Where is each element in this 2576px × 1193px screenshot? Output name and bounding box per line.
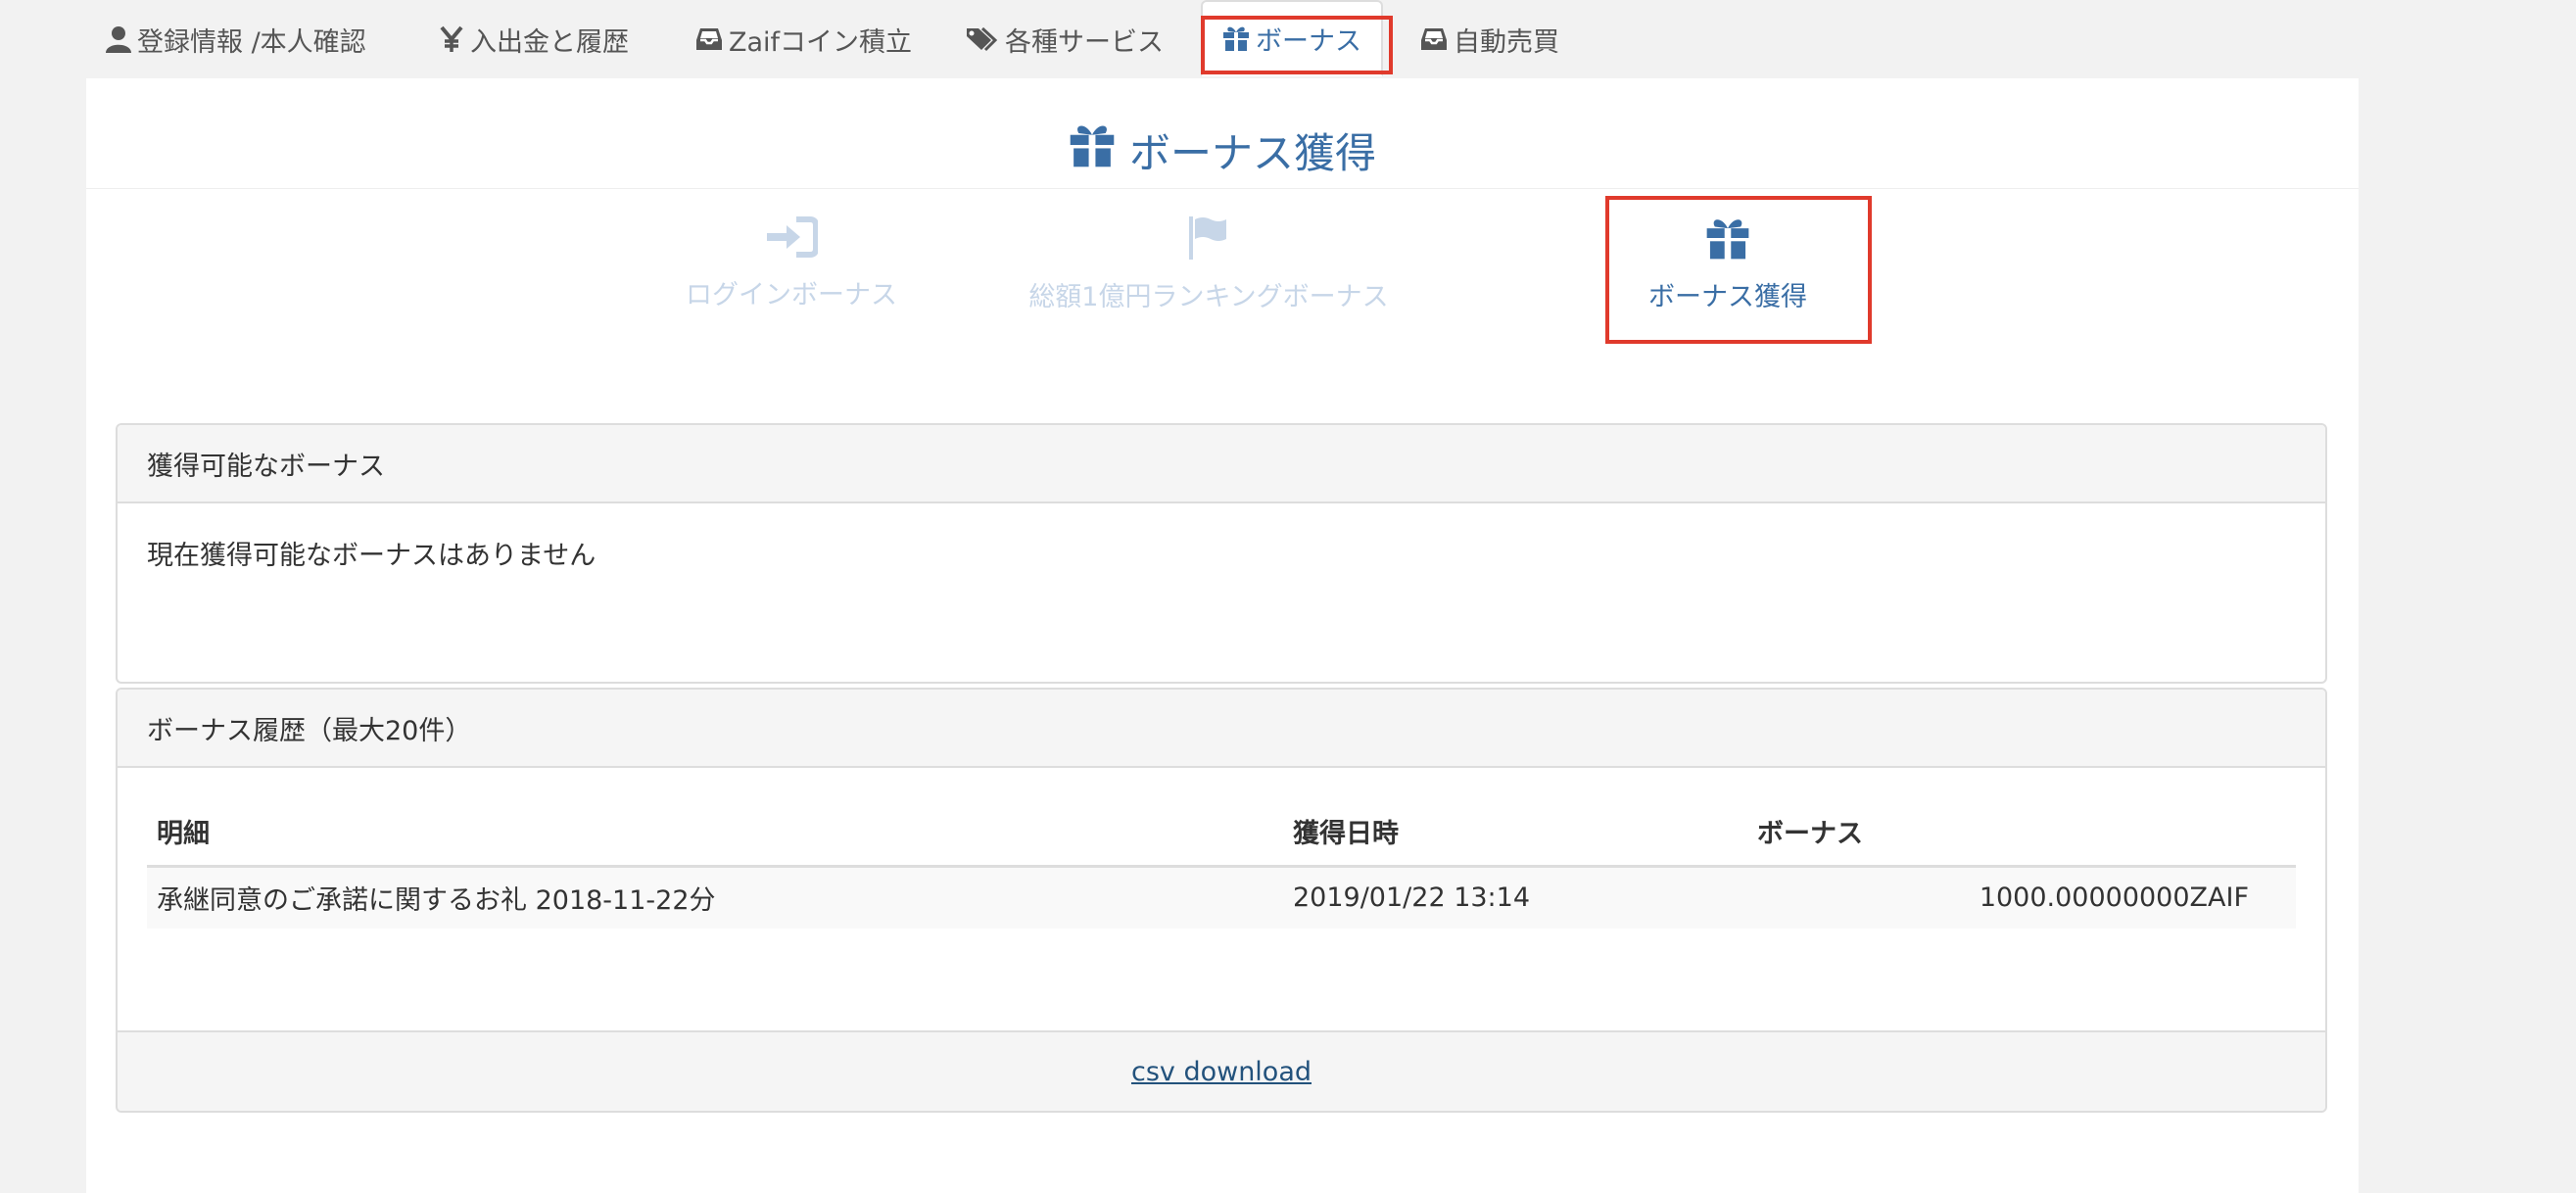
tab-account[interactable]: 登録情報 /本人確認 [106,0,366,78]
available-bonus-heading: 獲得可能なボーナス [118,425,2325,503]
page-title: ボーナス獲得 [86,116,2359,184]
row-detail: 承継同意のご承諾に関するお礼 2018-11-22分 [147,866,1283,929]
subnav-ranking-bonus-label: 総額1億円ランキングボーナス [1028,282,1389,312]
yen-icon [439,25,464,53]
row-bonus: 1000.00000000ZAIF [1747,866,2296,929]
gift-icon [1705,215,1750,267]
row-date: 2019/01/22 13:14 [1283,866,1747,929]
main-content: ボーナス獲得 ログインボーナス 総額1億円ランキングボーナス ボーナス獲得 獲得… [86,78,2359,1193]
page-title-text: ボーナス獲得 [1128,128,1376,177]
tab-zaif-coin-label: Zaifコイン積立 [729,26,913,58]
title-divider [86,188,2359,189]
tab-auto-trade[interactable]: 自動売買 [1420,0,1559,78]
flag-icon [1187,215,1230,267]
table-row: 承継同意のご承諾に関するお礼 2018-11-22分 2019/01/22 13… [147,866,2296,929]
tab-deposit-history[interactable]: 入出金と履歴 [439,0,629,78]
gift-icon [1069,121,1116,178]
tags-icon [966,26,999,52]
tab-deposit-history-label: 入出金と履歴 [470,26,629,58]
inbox-icon [1420,26,1448,52]
tab-auto-trade-label: 自動売買 [1454,26,1559,58]
column-date: 獲得日時 [1283,797,1747,868]
inbox-icon [695,26,723,52]
bonus-history-panel: ボーナス履歴（最大20件） 明細 獲得日時 ボーナス 承継同意のご承諾に関するお… [116,688,2327,1113]
tab-services[interactable]: 各種サービス [966,0,1164,78]
tab-zaif-coin[interactable]: Zaifコイン積立 [695,0,912,78]
subnav-login-bonus-label: ログインボーナス [686,280,897,310]
tab-services-label: 各種サービス [1005,26,1164,58]
csv-download-link[interactable]: csv download [1131,1057,1312,1087]
gift-icon [1222,24,1250,52]
available-bonus-message: 現在獲得可能なボーナスはありません [147,540,596,571]
table-header-row: 明細 獲得日時 ボーナス [147,797,2296,868]
bonus-history-table: 明細 獲得日時 ボーナス 承継同意のご承諾に関するお礼 2018-11-22分 … [147,797,2296,929]
user-icon [106,25,131,53]
column-bonus: ボーナス [1747,797,2296,868]
bonus-history-heading: ボーナス履歴（最大20件） [118,690,2325,768]
available-bonus-panel: 獲得可能なボーナス 現在獲得可能なボーナスはありません [116,423,2327,684]
subnav-bonus-get[interactable]: ボーナス獲得 [1600,215,1855,313]
subnav-ranking-bonus[interactable]: 総額1億円ランキングボーナス [1013,215,1405,313]
subnav-bonus-get-label: ボーナス獲得 [1648,282,1807,312]
tab-bonus[interactable]: ボーナス [1201,0,1383,76]
column-detail: 明細 [147,797,1283,868]
tab-bonus-label: ボーナス [1256,25,1361,57]
bonus-history-footer: csv download [118,1030,2325,1111]
tab-account-label: 登録情報 /本人確認 [137,26,366,58]
sign-in-icon [765,215,819,265]
subnav-login-bonus[interactable]: ログインボーナス [596,215,987,311]
main-tabs: 登録情報 /本人確認 入出金と履歴 Zaifコイン積立 各種サービス ボーナス … [86,0,2359,80]
